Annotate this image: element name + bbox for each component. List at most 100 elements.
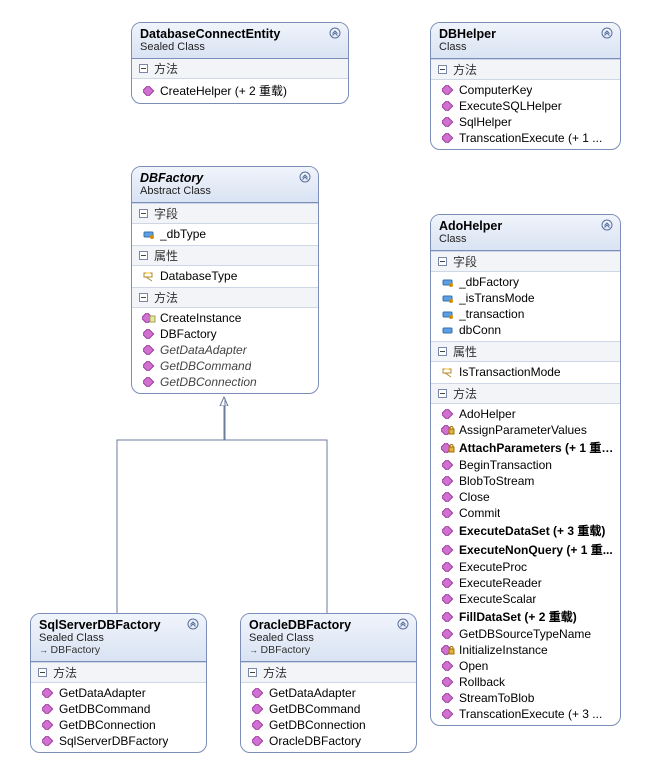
member-item[interactable]: Open: [435, 658, 616, 674]
section-methods[interactable]: 方法: [241, 662, 416, 683]
member-label: Close: [459, 490, 490, 504]
member-item[interactable]: _dbType: [136, 226, 314, 242]
methodlock-icon: [441, 644, 455, 656]
member-item[interactable]: OracleDBFactory: [245, 733, 412, 749]
member-item[interactable]: DBFactory: [136, 326, 314, 342]
member-label: IsTransactionMode: [459, 365, 561, 379]
section-methods[interactable]: 方法: [132, 287, 318, 308]
collapse-icon[interactable]: [600, 27, 614, 39]
member-label: AttachParameters (+ 1 重载): [459, 439, 616, 456]
method-icon: [441, 611, 455, 623]
member-item[interactable]: AssignParameterValues: [435, 422, 616, 438]
member-label: CreateInstance: [160, 311, 241, 325]
member-item[interactable]: GetDataAdapter: [35, 685, 202, 701]
member-item[interactable]: FillDataSet (+ 2 重载): [435, 607, 616, 626]
member-item[interactable]: _transaction: [435, 306, 616, 322]
member-item[interactable]: StreamToBlob: [435, 690, 616, 706]
section-properties[interactable]: 属性: [431, 341, 620, 362]
section-label: 方法: [53, 664, 77, 681]
minus-icon: [245, 667, 259, 679]
method-icon: [142, 360, 156, 372]
method-icon: [441, 116, 455, 128]
section-label: 属性: [453, 343, 477, 360]
member-item[interactable]: ExecuteReader: [435, 575, 616, 591]
section-properties[interactable]: 属性: [132, 245, 318, 266]
methodlock-icon: [441, 442, 455, 454]
collapse-icon[interactable]: [186, 618, 200, 630]
class-header: DBHelper Class: [431, 23, 620, 59]
member-item[interactable]: GetDataAdapter: [136, 342, 314, 358]
member-item[interactable]: ExecuteScalar: [435, 591, 616, 607]
member-label: GetDataAdapter: [59, 686, 146, 700]
class-adohelper[interactable]: AdoHelper Class 字段 _dbFactory_isTransMod…: [430, 214, 621, 726]
section-methods[interactable]: 方法: [431, 383, 620, 404]
minus-icon: [136, 208, 150, 220]
member-item[interactable]: dbConn: [435, 322, 616, 338]
class-oracledbfactory[interactable]: OracleDBFactory Sealed Class DBFactory 方…: [240, 613, 417, 753]
class-dbfactory[interactable]: DBFactory Abstract Class 字段 _dbType 属性 D…: [131, 166, 319, 394]
member-item[interactable]: ExecuteSQLHelper: [435, 98, 616, 114]
section-fields[interactable]: 字段: [132, 203, 318, 224]
class-databaseconnectentity[interactable]: DatabaseConnectEntity Sealed Class 方法 Cr…: [131, 22, 349, 104]
member-item[interactable]: ExecuteDataSet (+ 3 重载): [435, 521, 616, 540]
section-methods[interactable]: 方法: [431, 59, 620, 80]
member-item[interactable]: SqlHelper: [435, 114, 616, 130]
member-item[interactable]: AttachParameters (+ 1 重载): [435, 438, 616, 457]
section-methods[interactable]: 方法: [31, 662, 206, 683]
member-item[interactable]: ExecuteProc: [435, 559, 616, 575]
member-item[interactable]: Commit: [435, 505, 616, 521]
methods-list: GetDataAdapterGetDBCommandGetDBConnectio…: [31, 683, 206, 752]
collapse-icon[interactable]: [328, 27, 342, 39]
member-item[interactable]: AdoHelper: [435, 406, 616, 422]
member-item[interactable]: TranscationExecute (+ 3 ...: [435, 706, 616, 722]
member-item[interactable]: CreateHelper (+ 2 重载): [136, 81, 344, 100]
collapse-icon[interactable]: [600, 219, 614, 231]
method-icon: [441, 507, 455, 519]
member-label: GetDBConnection: [59, 718, 156, 732]
member-item[interactable]: InitializeInstance: [435, 642, 616, 658]
method-icon: [441, 544, 455, 556]
member-item[interactable]: ExecuteNonQuery (+ 1 重...: [435, 540, 616, 559]
member-label: CreateHelper (+ 2 重载): [160, 82, 287, 99]
member-item[interactable]: _isTransMode: [435, 290, 616, 306]
member-item[interactable]: GetDataAdapter: [245, 685, 412, 701]
method-icon: [441, 459, 455, 471]
member-item[interactable]: GetDBSourceTypeName: [435, 626, 616, 642]
member-item[interactable]: GetDBConnection: [35, 717, 202, 733]
class-sqlserverdbfactory[interactable]: SqlServerDBFactory Sealed Class DBFactor…: [30, 613, 207, 753]
properties-list: DatabaseType: [132, 266, 318, 287]
member-item[interactable]: Close: [435, 489, 616, 505]
member-item[interactable]: DatabaseType: [136, 268, 314, 284]
member-item[interactable]: GetDBCommand: [136, 358, 314, 374]
methods-list: ComputerKeyExecuteSQLHelperSqlHelperTran…: [431, 80, 620, 149]
collapse-icon[interactable]: [298, 171, 312, 183]
member-label: _dbType: [160, 227, 206, 241]
method-icon: [441, 577, 455, 589]
section-fields[interactable]: 字段: [431, 251, 620, 272]
minus-icon: [435, 256, 449, 268]
class-subtitle: Sealed Class: [249, 632, 408, 644]
collapse-icon[interactable]: [396, 618, 410, 630]
fields-list: _dbFactory_isTransMode_transactiondbConn: [431, 272, 620, 341]
member-item[interactable]: _dbFactory: [435, 274, 616, 290]
method-icon: [251, 735, 265, 747]
member-item[interactable]: BeginTransaction: [435, 457, 616, 473]
member-item[interactable]: CreateInstance: [136, 310, 314, 326]
member-item[interactable]: GetDBConnection: [245, 717, 412, 733]
member-item[interactable]: ComputerKey: [435, 82, 616, 98]
member-item[interactable]: IsTransactionMode: [435, 364, 616, 380]
class-dbhelper[interactable]: DBHelper Class 方法 ComputerKeyExecuteSQLH…: [430, 22, 621, 150]
member-label: ExecuteScalar: [459, 592, 536, 606]
member-item[interactable]: SqlServerDBFactory: [35, 733, 202, 749]
member-item[interactable]: TranscationExecute (+ 1 ...: [435, 130, 616, 146]
method-icon: [441, 676, 455, 688]
member-item[interactable]: BlobToStream: [435, 473, 616, 489]
member-item[interactable]: GetDBConnection: [136, 374, 314, 390]
method-icon: [441, 660, 455, 672]
member-item[interactable]: GetDBCommand: [245, 701, 412, 717]
member-item[interactable]: Rollback: [435, 674, 616, 690]
member-label: ExecuteReader: [459, 576, 542, 590]
member-item[interactable]: GetDBCommand: [35, 701, 202, 717]
section-methods[interactable]: 方法: [132, 59, 348, 79]
member-label: BeginTransaction: [459, 458, 552, 472]
